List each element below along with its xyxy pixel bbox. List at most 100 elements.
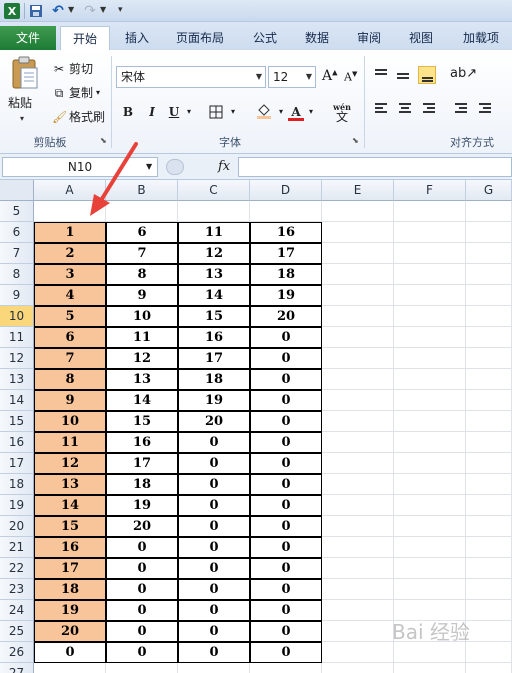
cell-c[interactable]: 11 [178, 222, 250, 243]
italic-button[interactable]: I [144, 102, 160, 122]
cell-d[interactable]: 0 [250, 600, 322, 621]
font-size-dropdown-icon[interactable]: ▼ [306, 67, 312, 87]
paste-icon[interactable] [10, 56, 40, 90]
font-size-combo[interactable]: 12 ▼ [268, 66, 316, 88]
cell-empty[interactable] [394, 495, 466, 516]
cell-a[interactable] [34, 663, 106, 673]
insert-function-icon[interactable]: fx [218, 159, 230, 174]
cell-c[interactable]: 0 [178, 600, 250, 621]
cell-empty[interactable] [394, 558, 466, 579]
cell-empty[interactable] [322, 222, 394, 243]
cell-empty[interactable] [322, 390, 394, 411]
cell-empty[interactable] [394, 222, 466, 243]
cell-empty[interactable] [322, 327, 394, 348]
tab-home[interactable]: 开始 [60, 26, 110, 50]
cell-empty[interactable] [394, 285, 466, 306]
cell-empty[interactable] [466, 600, 512, 621]
cell-empty[interactable] [466, 369, 512, 390]
cell-c[interactable] [178, 201, 250, 222]
cell-c[interactable]: 0 [178, 474, 250, 495]
cell-d[interactable]: 0 [250, 642, 322, 663]
cell-empty[interactable] [466, 222, 512, 243]
cell-b[interactable]: 14 [106, 390, 178, 411]
cell-b[interactable]: 16 [106, 432, 178, 453]
cell-empty[interactable] [322, 663, 394, 673]
cell-empty[interactable] [466, 516, 512, 537]
cell-b[interactable]: 0 [106, 621, 178, 642]
cell-b[interactable]: 8 [106, 264, 178, 285]
cell-empty[interactable] [322, 558, 394, 579]
cell-empty[interactable] [394, 516, 466, 537]
bold-button[interactable]: B [120, 102, 136, 122]
cell-empty[interactable] [322, 642, 394, 663]
fill-color-icon[interactable] [252, 102, 276, 122]
align-top-icon[interactable] [372, 66, 390, 84]
cell-empty[interactable] [394, 642, 466, 663]
cell-empty[interactable] [466, 327, 512, 348]
row-header[interactable]: 16 [0, 432, 34, 453]
cell-a[interactable]: 10 [34, 411, 106, 432]
cell-empty[interactable] [322, 306, 394, 327]
cell-b[interactable]: 0 [106, 537, 178, 558]
row-header[interactable]: 17 [0, 453, 34, 474]
cell-empty[interactable] [394, 327, 466, 348]
cell-empty[interactable] [322, 579, 394, 600]
cell-d[interactable]: 0 [250, 453, 322, 474]
cell-d[interactable]: 19 [250, 285, 322, 306]
formula-bar-expand-handle[interactable] [166, 159, 184, 175]
cell-empty[interactable] [322, 411, 394, 432]
font-name-dropdown-icon[interactable]: ▼ [256, 67, 262, 87]
cell-a[interactable]: 1 [34, 222, 106, 243]
row-header[interactable]: 9 [0, 285, 34, 306]
row-header[interactable]: 6 [0, 222, 34, 243]
cell-d[interactable]: 0 [250, 327, 322, 348]
row-header[interactable]: 11 [0, 327, 34, 348]
row-header[interactable]: 10 [0, 306, 34, 327]
cell-empty[interactable] [394, 453, 466, 474]
align-bottom-icon[interactable] [418, 66, 436, 84]
cell-a[interactable]: 7 [34, 348, 106, 369]
cell-empty[interactable] [322, 348, 394, 369]
cell-empty[interactable] [466, 411, 512, 432]
column-header-c[interactable]: C [178, 180, 250, 201]
cell-d[interactable]: 0 [250, 558, 322, 579]
customize-qat-icon[interactable]: ▾ [118, 5, 123, 15]
row-header[interactable]: 26 [0, 642, 34, 663]
row-header[interactable]: 8 [0, 264, 34, 285]
cell-empty[interactable] [466, 453, 512, 474]
cell-a[interactable]: 19 [34, 600, 106, 621]
cell-empty[interactable] [322, 243, 394, 264]
row-header[interactable]: 13 [0, 369, 34, 390]
cell-a[interactable]: 11 [34, 432, 106, 453]
cell-d[interactable]: 0 [250, 348, 322, 369]
cell-b[interactable]: 0 [106, 558, 178, 579]
excel-app-icon[interactable]: X [4, 3, 20, 19]
cell-empty[interactable] [466, 243, 512, 264]
cell-c[interactable]: 0 [178, 495, 250, 516]
cell-empty[interactable] [466, 621, 512, 642]
row-header[interactable]: 12 [0, 348, 34, 369]
cell-d[interactable]: 16 [250, 222, 322, 243]
cell-a[interactable]: 17 [34, 558, 106, 579]
cell-empty[interactable] [394, 306, 466, 327]
cell-d[interactable]: 0 [250, 390, 322, 411]
tab-add-ins[interactable]: 加载项 [454, 26, 508, 50]
row-header[interactable]: 21 [0, 537, 34, 558]
cell-d[interactable]: 0 [250, 495, 322, 516]
cell-a[interactable]: 13 [34, 474, 106, 495]
cell-d[interactable]: 20 [250, 306, 322, 327]
cell-empty[interactable] [466, 264, 512, 285]
cell-empty[interactable] [466, 495, 512, 516]
cell-empty[interactable] [322, 621, 394, 642]
increase-indent-icon[interactable] [476, 100, 494, 118]
cell-b[interactable]: 18 [106, 474, 178, 495]
cell-b[interactable]: 6 [106, 222, 178, 243]
borders-dropdown-icon[interactable]: ▾ [228, 102, 238, 122]
decrease-indent-icon[interactable] [452, 100, 470, 118]
cell-empty[interactable] [466, 558, 512, 579]
tab-file[interactable]: 文件 [0, 26, 56, 50]
align-middle-icon[interactable] [394, 66, 412, 84]
row-header[interactable]: 14 [0, 390, 34, 411]
cell-b[interactable]: 13 [106, 369, 178, 390]
cell-empty[interactable] [322, 474, 394, 495]
